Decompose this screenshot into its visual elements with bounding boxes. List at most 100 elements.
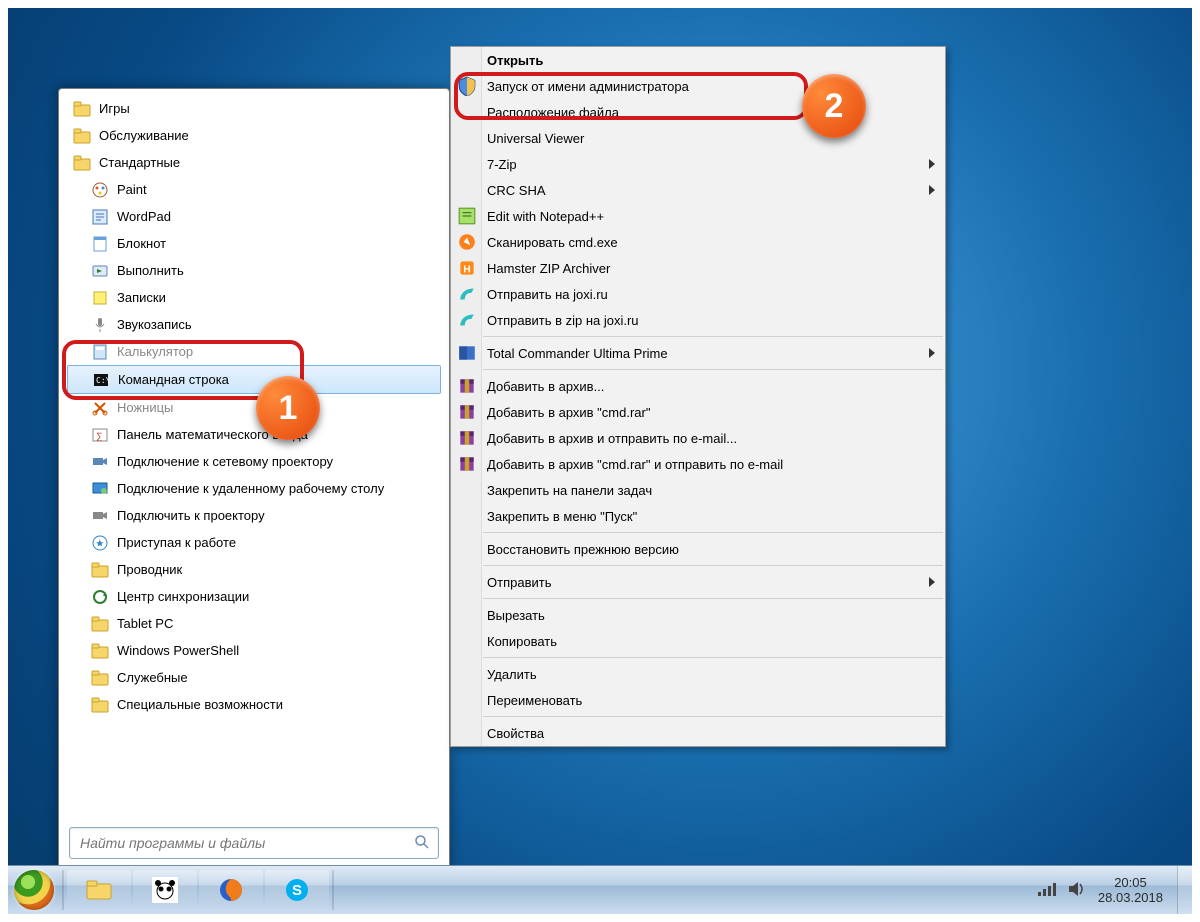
svg-text:C:\_: C:\_ [96, 376, 110, 385]
program-label: Калькулятор [117, 344, 193, 359]
program-item[interactable]: Записки [65, 284, 443, 311]
program-item[interactable]: Специальные возможности [65, 691, 443, 718]
program-item[interactable]: WordPad [65, 203, 443, 230]
ctx-run-as-admin[interactable]: Запуск от имени администратора [451, 73, 945, 99]
program-label: Обслуживание [99, 128, 189, 143]
ctx-separator [483, 598, 943, 599]
ctx-separator [483, 336, 943, 337]
ctx-item[interactable]: Добавить в архив "cmd.rar" [451, 399, 945, 425]
ctx-item[interactable]: Отправить в zip на joxi.ru [451, 307, 945, 333]
program-item[interactable]: Paint [65, 176, 443, 203]
ctx-item[interactable]: HHamster ZIP Archiver [451, 255, 945, 281]
shield-icon [457, 76, 477, 96]
folder-icon [91, 615, 109, 633]
run-icon [91, 262, 109, 280]
program-item[interactable]: Блокнот [65, 230, 443, 257]
snip-icon [91, 399, 109, 417]
program-label: Приступая к работе [117, 535, 236, 550]
program-item[interactable]: Ножницы [65, 394, 443, 421]
ctx-item[interactable]: Открыть [451, 47, 945, 73]
ctx-separator [483, 565, 943, 566]
program-item[interactable]: Звукозапись [65, 311, 443, 338]
rar-icon [457, 402, 477, 422]
submenu-arrow-icon [929, 159, 935, 169]
network-icon[interactable] [1038, 882, 1056, 899]
ctx-item[interactable]: Edit with Notepad++ [451, 203, 945, 229]
ctx-item-label: Сканировать cmd.exe [487, 235, 618, 250]
clock[interactable]: 20:05 28.03.2018 [1098, 875, 1163, 905]
ctx-item-label: Закрепить в меню "Пуск" [487, 509, 637, 524]
program-item-command-prompt[interactable]: C:\_Командная строка [67, 365, 441, 394]
taskbar-app-panda[interactable] [133, 870, 197, 910]
taskbar-explorer[interactable] [67, 870, 131, 910]
ctx-item[interactable]: Отправить [451, 569, 945, 595]
program-item[interactable]: Tablet PC [65, 610, 443, 637]
ctx-item[interactable]: Добавить в архив "cmd.rar" и отправить п… [451, 451, 945, 477]
ctx-item-label: Отправить в zip на joxi.ru [487, 313, 639, 328]
ctx-item[interactable]: Отправить на joxi.ru [451, 281, 945, 307]
windows-orb-icon [14, 870, 54, 910]
ctx-item[interactable]: Копировать [451, 628, 945, 654]
program-item[interactable]: Центр синхронизации [65, 583, 443, 610]
ctx-item[interactable]: Закрепить на панели задач [451, 477, 945, 503]
program-item[interactable]: Служебные [65, 664, 443, 691]
program-item[interactable]: Выполнить [65, 257, 443, 284]
notepad-icon [91, 235, 109, 253]
ctx-item[interactable]: Закрепить в меню "Пуск" [451, 503, 945, 529]
ctx-item[interactable]: Добавить в архив и отправить по e-mail..… [451, 425, 945, 451]
program-label: Tablet PC [117, 616, 173, 631]
program-item[interactable]: Подключение к сетевому проектору [65, 448, 443, 475]
program-item[interactable]: ∑Панель математического ввода [65, 421, 443, 448]
show-desktop-button[interactable] [1177, 866, 1192, 914]
ctx-item-label: Переименовать [487, 693, 582, 708]
volume-icon[interactable] [1068, 881, 1086, 900]
tc-icon [457, 343, 477, 363]
ctx-item[interactable]: Сканировать cmd.exe [451, 229, 945, 255]
avast-icon [457, 232, 477, 252]
program-label: Центр синхронизации [117, 589, 249, 604]
ctx-item[interactable]: Добавить в архив... [451, 373, 945, 399]
context-menu: ОткрытьЗапуск от имени администратораРас… [450, 46, 946, 747]
ctx-item[interactable]: Universal Viewer [451, 125, 945, 151]
program-item[interactable]: Обслуживание [65, 122, 443, 149]
program-label: Подключить к проектору [117, 508, 265, 523]
program-item[interactable]: Стандартные [65, 149, 443, 176]
program-item[interactable]: Подключение к удаленному рабочему столу [65, 475, 443, 502]
program-item[interactable]: Приступая к работе [65, 529, 443, 556]
program-label: Windows PowerShell [117, 643, 239, 658]
ctx-item[interactable]: Удалить [451, 661, 945, 687]
paint-icon [91, 181, 109, 199]
proj-icon [91, 453, 109, 471]
folder-icon [91, 642, 109, 660]
search-input[interactable] [78, 834, 414, 852]
rar-icon [457, 454, 477, 474]
ctx-separator [483, 657, 943, 658]
search-box[interactable] [69, 827, 439, 859]
program-label: Игры [99, 101, 130, 116]
program-item[interactable]: Калькулятор [65, 338, 443, 365]
program-item[interactable]: Игры [65, 95, 443, 122]
ctx-item[interactable]: Свойства [451, 720, 945, 746]
ctx-item[interactable]: Total Commander Ultima Prime [451, 340, 945, 366]
ctx-item[interactable]: Расположение файла [451, 99, 945, 125]
ctx-item[interactable]: 7-Zip [451, 151, 945, 177]
program-item[interactable]: Windows PowerShell [65, 637, 443, 664]
ham-icon: H [457, 258, 477, 278]
clock-date: 28.03.2018 [1098, 890, 1163, 905]
ctx-item-label: Вырезать [487, 608, 545, 623]
ctx-item[interactable]: CRC SHA [451, 177, 945, 203]
system-tray: 20:05 28.03.2018 [1038, 875, 1177, 905]
taskbar-skype[interactable]: S [265, 870, 329, 910]
ctx-item[interactable]: Переименовать [451, 687, 945, 713]
ctx-item-label: Edit with Notepad++ [487, 209, 604, 224]
program-item[interactable]: Подключить к проектору [65, 502, 443, 529]
taskbar-firefox[interactable] [199, 870, 263, 910]
ctx-item[interactable]: Вырезать [451, 602, 945, 628]
folder-icon [91, 669, 109, 687]
ctx-item-label: CRC SHA [487, 183, 546, 198]
start-button[interactable] [8, 866, 60, 914]
program-item[interactable]: Проводник [65, 556, 443, 583]
ctx-item[interactable]: Восстановить прежнюю версию [451, 536, 945, 562]
mic-icon [91, 316, 109, 334]
sticky-icon [91, 289, 109, 307]
